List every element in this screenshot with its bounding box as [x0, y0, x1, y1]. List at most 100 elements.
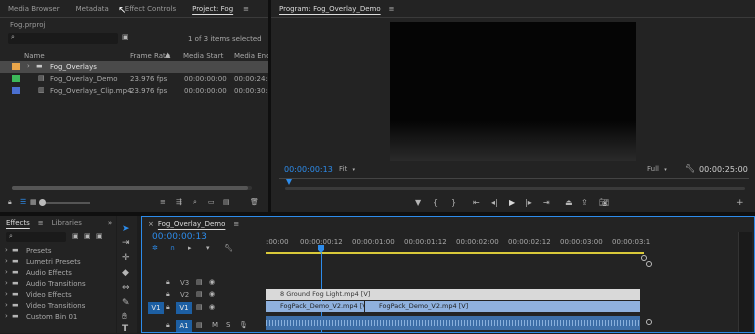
icon-view-icon[interactable]: ▦ — [30, 198, 37, 206]
column-name[interactable]: Name — [24, 52, 45, 60]
list-item[interactable]: ▤ Fog_Overlay_Demo 23.976 fps 00:00:00:0… — [0, 73, 268, 85]
eye-icon[interactable]: ◉ — [209, 278, 215, 286]
source-patch-v1[interactable]: V1 — [148, 302, 164, 314]
hand-tool-icon[interactable]: ✋︎ — [122, 312, 127, 322]
label-color-swatch[interactable] — [12, 63, 20, 70]
mark-in-icon[interactable]: { — [433, 198, 438, 207]
solo-icon[interactable]: S — [226, 321, 230, 329]
effects-search-field[interactable]: ⌕ — [6, 232, 66, 242]
panel-menu-icon[interactable]: ≡ — [233, 220, 239, 228]
lock-icon[interactable]: 🔒︎ — [8, 198, 12, 207]
nest-icon[interactable]: ✲ — [152, 244, 158, 252]
close-icon[interactable]: × — [142, 220, 154, 228]
new-item-icon[interactable]: ▤ — [223, 198, 230, 206]
mute-icon[interactable]: M — [212, 321, 218, 329]
label-color-swatch[interactable] — [12, 75, 20, 82]
column-media-start[interactable]: Media Start — [183, 52, 223, 60]
zoom-slider-handle[interactable] — [39, 199, 46, 206]
lock-icon[interactable]: 🔒︎ — [166, 278, 170, 287]
new-bin-button-icon[interactable]: ▭ — [208, 198, 215, 206]
step-forward-icon[interactable]: |▸ — [525, 198, 532, 207]
scrollbar-thumb[interactable] — [12, 186, 248, 190]
eye-icon[interactable]: ◉ — [209, 303, 215, 311]
sync-lock-icon[interactable]: ▤ — [196, 303, 203, 311]
panel-menu-icon[interactable]: ≡ — [243, 5, 249, 13]
panel-overflow-icon[interactable]: » — [108, 219, 112, 227]
find-icon[interactable]: ⌕ — [193, 198, 197, 207]
column-media-end[interactable]: Media End — [234, 52, 271, 60]
linked-selection-icon[interactable]: ▸ — [188, 244, 192, 252]
clip-fogpack-2[interactable]: FogPack_Demo_V2.mp4 [V] — [365, 301, 640, 312]
export-frame-icon[interactable]: 📷︎ — [599, 198, 609, 207]
sync-lock-icon[interactable]: ▤ — [196, 321, 203, 329]
track-name[interactable]: V3 — [180, 279, 189, 287]
new-bin-icon[interactable]: ▣ — [122, 33, 129, 41]
zoom-slider[interactable] — [39, 199, 90, 206]
razor-tool-icon[interactable]: ◆ — [122, 268, 129, 278]
sync-lock-icon[interactable]: ▤ — [196, 290, 203, 298]
search-field[interactable]: ⌕ — [8, 33, 118, 44]
tab-metadata[interactable]: Metadata — [68, 5, 117, 13]
tab-effect-controls[interactable]: Effect Controls — [117, 5, 184, 13]
tab-sequence[interactable]: Fog_Overlay_Demo — [154, 220, 234, 228]
audio-clip[interactable] — [266, 316, 640, 330]
eye-icon[interactable]: ◉ — [209, 290, 215, 298]
pen-tool-icon[interactable]: ✎ — [122, 298, 130, 308]
wrench-icon[interactable]: 🔧︎ — [685, 164, 695, 173]
extract-icon[interactable]: ⇪ — [581, 198, 588, 207]
tab-libraries[interactable]: Libraries — [44, 219, 90, 227]
panel-divider[interactable] — [268, 0, 271, 212]
button-editor-icon[interactable]: + — [736, 198, 744, 208]
sync-lock-icon[interactable]: ▤ — [196, 278, 203, 286]
tab-effects[interactable]: Effects — [0, 219, 38, 227]
snap-icon[interactable]: ∩ — [170, 244, 175, 252]
mini-time-ruler[interactable] — [279, 178, 749, 184]
clip-ground-fog[interactable]: 8 Ground Fog Light.mp4 [V] — [266, 289, 640, 300]
mark-out-icon[interactable]: } — [451, 198, 456, 207]
chevron-right-icon[interactable]: › — [27, 62, 30, 70]
list-item[interactable]: ▥ Fog_Overlays_Clip.mp4 23.976 fps 00:00… — [0, 85, 268, 97]
program-monitor-title[interactable]: Program: Fog_Overlay_Demo — [271, 5, 389, 13]
track-name[interactable]: V1 — [176, 302, 192, 314]
fit-dropdown[interactable]: Fit ▾ — [339, 165, 369, 175]
slip-tool-icon[interactable]: ⇔ — [122, 283, 130, 293]
track-name[interactable]: V2 — [180, 291, 189, 299]
selection-tool-icon[interactable]: ➤ — [122, 224, 130, 234]
tab-project-fog[interactable]: Project: Fog — [184, 5, 241, 13]
32-bit-effects-icon[interactable]: ▣ — [84, 232, 91, 240]
vertical-scrollbar[interactable] — [646, 261, 652, 331]
sort-ascending-icon[interactable]: ▲ — [165, 51, 170, 59]
timeline-settings-icon[interactable]: 🔧︎ — [224, 244, 233, 252]
mini-zoom-bar[interactable] — [285, 187, 745, 190]
tab-media-browser[interactable]: Media Browser — [0, 5, 68, 13]
timeline-timecode[interactable]: 00:00:00:13 — [152, 232, 207, 242]
microphone-icon[interactable]: 🎙︎ — [239, 321, 248, 329]
lock-icon[interactable]: 🔒︎ — [166, 290, 170, 299]
play-icon[interactable]: ▶ — [509, 198, 515, 207]
panel-menu-icon[interactable]: ≡ — [389, 5, 395, 13]
step-back-icon[interactable]: ◂| — [491, 198, 498, 207]
current-time[interactable]: 00:00:00:13 — [284, 165, 333, 174]
list-view-icon[interactable]: ☰ — [20, 198, 26, 206]
go-to-in-icon[interactable]: ⇤ — [473, 198, 480, 207]
add-marker-icon[interactable]: ▾ — [206, 244, 210, 252]
track-select-tool-icon[interactable]: ⇥ — [122, 238, 130, 248]
track-name[interactable]: A1 — [176, 320, 192, 332]
list-item[interactable]: › ▬ Audio Transitions — [0, 279, 116, 290]
add-marker-icon[interactable]: ▼ — [415, 198, 421, 207]
scrollbar-handle[interactable] — [646, 261, 652, 267]
automate-to-sequence-icon[interactable]: ⇶ — [176, 198, 182, 206]
lock-icon[interactable]: 🔒︎ — [166, 321, 170, 330]
horizontal-scrollbar[interactable] — [12, 186, 252, 190]
scrollbar-handle[interactable] — [646, 319, 652, 325]
lock-icon[interactable]: 🔒︎ — [166, 303, 170, 312]
sort-icons-icon[interactable]: ≡ — [160, 198, 166, 206]
accelerated-effects-icon[interactable]: ▣ — [72, 232, 79, 240]
list-item[interactable]: › ▬ Audio Effects — [0, 268, 116, 279]
lift-icon[interactable]: ⏏ — [565, 198, 573, 207]
quality-dropdown[interactable]: Full ▾ — [647, 165, 677, 175]
list-item[interactable]: › ▬ Presets — [0, 246, 116, 257]
list-item[interactable]: › ▬ Lumetri Presets — [0, 257, 116, 268]
clear-icon[interactable]: 🗑︎ — [250, 198, 259, 206]
list-item[interactable]: › ▬ Video Transitions — [0, 301, 116, 312]
